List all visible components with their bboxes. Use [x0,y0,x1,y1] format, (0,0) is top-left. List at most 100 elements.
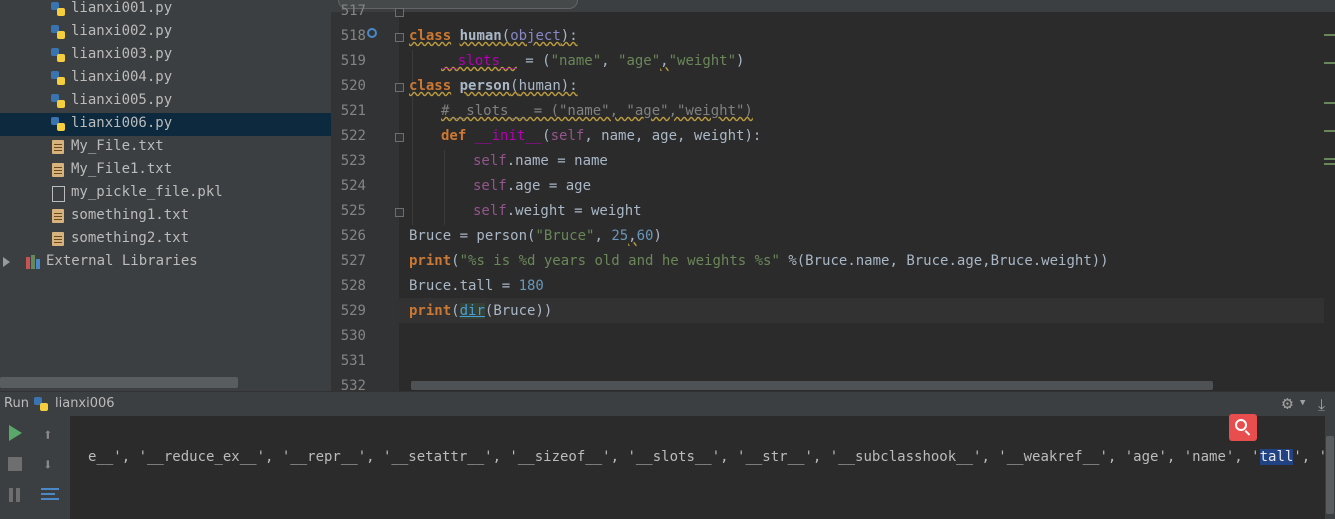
tree-item-file-selected[interactable]: lianxi006.py [0,113,331,136]
tree-item-label: my_pickle_file.pkl [71,184,223,200]
change-marker[interactable] [1324,163,1335,165]
code-line-518: class human(object): [409,28,578,44]
code-line-519: __slots__ = ("name", "age","weight") [441,53,745,69]
class-name: person [459,78,511,94]
code-line-528: Bruce.tall = 180 [409,278,544,294]
slots: __slots__ [441,53,517,69]
line-number: 522 [340,128,366,144]
tree-item-label: External Libraries [46,253,198,269]
function-name: __init__ [474,128,543,144]
line-number: 518 [340,28,366,44]
python-file-icon [50,47,66,63]
tree-item-label: lianxi002.py [71,23,173,39]
code-line-522: def __init__(self, name, age, weight): [441,128,762,144]
tree-item-file[interactable]: lianxi004.py [0,67,331,90]
change-marker[interactable] [1324,34,1335,36]
code-line-524: self.age = age [473,178,592,194]
console-scrollbar-thumb[interactable] [1326,436,1334,514]
code-line-520: class person(human): [409,78,578,94]
scroll-up-icon[interactable]: ⬆ [43,425,53,444]
change-marker[interactable] [1324,130,1335,132]
editor-error-stripe[interactable] [1324,12,1335,391]
python-file-icon [50,1,66,17]
keyword: def [441,128,467,144]
tree-item-label: My_File.txt [71,138,164,154]
keyword: class [409,78,452,94]
tree-item-file[interactable]: my_pickle_file.pkl [0,182,331,205]
base-class: object [510,28,561,44]
chevron-right-icon[interactable] [3,257,10,267]
project-horizontal-scrollbar[interactable] [0,377,238,388]
code-line-526: Bruce = person("Bruce", 25,60) [409,228,662,244]
change-marker[interactable] [1324,62,1335,64]
line-number: 524 [340,178,366,194]
code-line-523: self.name = name [473,153,608,169]
hide-panel-icon[interactable]: ⤓ [1318,395,1325,415]
rerun-icon[interactable] [9,425,22,441]
tree-item-file[interactable]: something2.txt [0,228,331,251]
line-number: 528 [340,278,366,294]
python-file-icon [50,93,66,109]
fold-marker-icon[interactable] [395,8,404,17]
change-marker[interactable] [1324,158,1335,160]
tree-item-label: My_File1.txt [71,161,173,177]
tree-item-file[interactable]: lianxi005.py [0,90,331,113]
soft-wrap-icon[interactable] [41,486,61,502]
editor-horizontal-scrollbar[interactable] [411,381,1213,390]
run-tab-label[interactable]: Run [4,396,29,411]
tree-item-external-libraries[interactable]: External Libraries [0,251,331,274]
search-everywhere-field[interactable] [338,0,578,9]
stop-icon[interactable] [8,457,22,471]
tree-item-label: lianxi004.py [71,69,173,85]
tree-item-file[interactable]: My_File1.txt [0,159,331,182]
line-number: 527 [340,253,366,269]
override-marker-icon[interactable] [367,28,377,38]
chevron-down-icon[interactable]: ▼ [1300,398,1305,408]
python-file-icon [50,24,66,40]
indent-guide [444,150,445,225]
code-line-527: print("%s is %d years old and he weights… [409,253,1109,269]
line-number: 523 [340,153,366,169]
gear-icon[interactable]: ⚙ [1282,393,1293,414]
line-number: 517 [340,3,366,19]
console-line: e__', '__reduce_ex__', '__repr__', '__se… [88,449,1335,465]
code-line-529: print(dir(Bruce)) [409,303,553,319]
tree-item-file[interactable]: lianxi002.py [0,21,331,44]
line-number: 529 [340,303,366,319]
tree-item-label: lianxi001.py [71,0,173,16]
run-config-tab[interactable]: lianxi006 [55,396,115,411]
tree-item-file[interactable]: something1.txt [0,205,331,228]
keyword: class [409,28,452,44]
line-number: 525 [340,203,366,219]
tree-item-file[interactable]: lianxi001.py [0,0,331,21]
console-output[interactable] [70,416,1325,519]
run-tool-window-header [0,391,1335,416]
scroll-down-icon[interactable]: ⬇ [43,455,53,474]
python-file-icon [50,70,66,86]
line-number: 520 [340,78,366,94]
search-button[interactable] [1229,414,1257,441]
fold-marker-icon[interactable] [395,33,404,42]
indent-guide [412,50,413,225]
line-number: 531 [340,353,366,369]
change-marker[interactable] [1324,102,1335,104]
tree-item-file[interactable]: My_File.txt [0,136,331,159]
comment: #__slots__ = ("name", "age","weight") [441,103,753,119]
tree-item-label: something1.txt [71,207,190,223]
library-icon [25,254,41,270]
tree-item-file[interactable]: lianxi003.py [0,44,331,67]
fold-marker-icon[interactable] [395,133,404,142]
code-line-525: self.weight = weight [473,203,642,219]
class-name: human [459,28,502,44]
text-file-icon [50,231,66,247]
pickle-file-icon [50,185,66,202]
base-class: human [518,78,561,94]
tree-item-label: lianxi005.py [71,92,173,108]
line-number: 526 [340,228,366,244]
pause-icon[interactable] [9,488,21,502]
fold-marker-icon[interactable] [395,83,404,92]
fold-marker-icon[interactable] [395,208,404,217]
highlighted-identifier: dir [459,303,485,319]
line-number: 521 [340,103,366,119]
line-number: 519 [340,53,366,69]
